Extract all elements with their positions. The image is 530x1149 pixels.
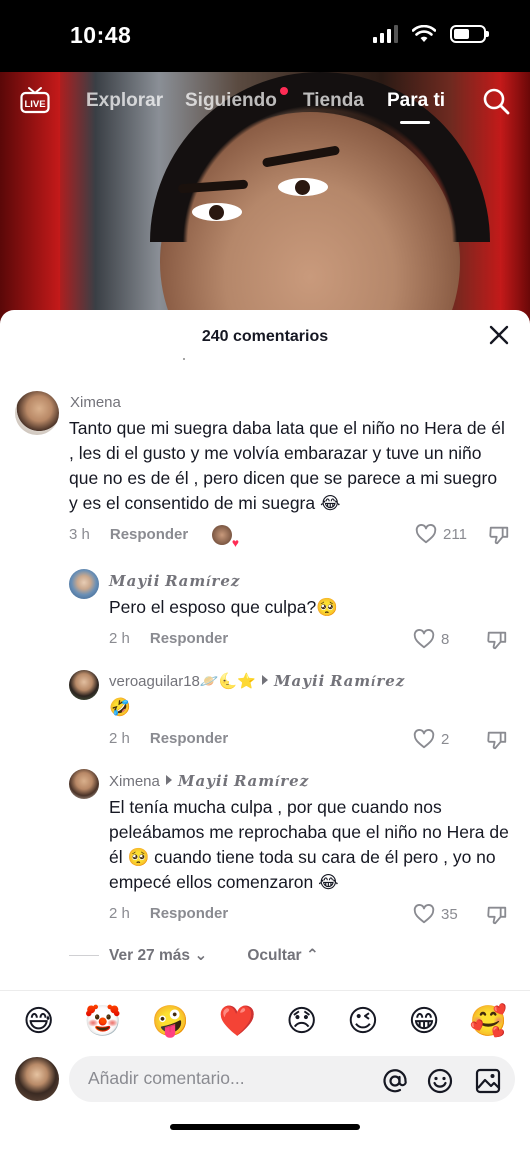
comment-username[interactable]: Ximena xyxy=(70,394,121,411)
tab-tienda[interactable]: Tienda xyxy=(303,90,364,112)
like-count: 8 xyxy=(441,630,450,648)
emoji-button[interactable]: 🤡 xyxy=(84,1006,121,1037)
heart-icon xyxy=(413,904,435,924)
emoji-icon[interactable] xyxy=(427,1068,453,1094)
comment-text: 🤣 xyxy=(109,697,131,717)
reply-button[interactable]: Responder xyxy=(150,905,228,922)
status-time: 10:48 xyxy=(70,22,132,48)
home-indicator[interactable] xyxy=(170,1124,360,1130)
comment-input-placeholder: Añadir comentario... xyxy=(88,1068,245,1088)
battery-icon xyxy=(450,25,489,43)
like-button[interactable]: 35 xyxy=(413,903,458,925)
image-icon[interactable] xyxy=(475,1068,501,1094)
reply-arrow-icon xyxy=(165,775,172,785)
like-button[interactable]: 211 xyxy=(415,523,467,545)
comment-time: 3 h xyxy=(69,526,90,543)
reply-arrow-icon xyxy=(261,675,268,685)
creator-liked-avatar xyxy=(212,525,239,550)
live-icon[interactable]: LIVE xyxy=(20,86,50,114)
like-button[interactable]: 8 xyxy=(413,628,449,650)
replies-controls: Ver 27 más ⌄ Ocultar ⌃ xyxy=(69,946,319,965)
emoji-button[interactable]: 😉 xyxy=(347,1006,378,1037)
reply-button[interactable]: Responder xyxy=(110,526,188,543)
notification-dot xyxy=(280,87,288,95)
dislike-icon[interactable] xyxy=(488,524,510,546)
comment-time: 2 h xyxy=(109,730,130,747)
comments-sheet: 240 comentarios Ximena Tanto que mi sueg… xyxy=(0,310,530,1149)
close-icon[interactable] xyxy=(488,324,510,346)
comment-input[interactable]: Añadir comentario... xyxy=(69,1056,515,1102)
chevron-down-icon: ⌄ xyxy=(194,947,208,964)
emoji-button[interactable]: 🥰 xyxy=(470,1006,507,1037)
search-icon[interactable] xyxy=(482,87,510,115)
reply-button[interactable]: Responder xyxy=(150,730,228,747)
hide-replies-button[interactable]: Ocultar ⌃ xyxy=(247,946,319,965)
comment-meta: 2 h Responder xyxy=(109,630,228,647)
reply-button[interactable]: Responder xyxy=(150,630,228,647)
comment-username[interactable]: Ximena xyxy=(109,773,160,790)
dislike-icon[interactable] xyxy=(486,629,508,651)
tab-siguiendo[interactable]: Siguiendo xyxy=(185,90,277,112)
comment-header: veroaguilar18🪐🌜⭐ 𝑴𝒂𝒚𝒊𝒊 𝑹𝒂𝒎í𝒓𝒆𝒛 xyxy=(109,672,405,691)
like-count: 2 xyxy=(441,730,450,748)
comment-meta: 3 h Responder xyxy=(69,526,188,543)
comment-time: 2 h xyxy=(109,905,130,922)
tab-para-ti[interactable]: Para ti xyxy=(387,90,445,112)
heart-icon xyxy=(413,629,435,649)
mention-icon[interactable] xyxy=(382,1068,408,1094)
emoji-button[interactable]: 😞 xyxy=(286,1006,317,1037)
emoji-button[interactable]: ❤️ xyxy=(219,1006,256,1037)
reply-to-username[interactable]: 𝑴𝒂𝒚𝒊𝒊 𝑹𝒂𝒎í𝒓𝒆𝒛 xyxy=(178,774,309,790)
comment-input-row: Añadir comentario... xyxy=(0,1054,530,1104)
avatar[interactable] xyxy=(69,670,99,700)
status-bar: 10:48 xyxy=(0,0,530,72)
comment-text: Pero el esposo que culpa?🥺 xyxy=(109,597,339,617)
avatar[interactable] xyxy=(69,569,99,599)
comment-meta: 2 h Responder xyxy=(109,905,228,922)
like-button[interactable]: 2 xyxy=(413,728,449,750)
wifi-icon xyxy=(412,25,436,42)
comments-count-title: 240 comentarios xyxy=(201,328,329,345)
comment-text: El tenía mucha culpa , por que cuando no… xyxy=(109,797,509,892)
drag-handle-dot xyxy=(183,358,185,360)
video-eye xyxy=(192,203,242,221)
divider xyxy=(69,955,99,956)
heart-icon xyxy=(415,524,437,544)
emoji-button[interactable]: 😁 xyxy=(408,1006,439,1037)
heart-icon xyxy=(413,729,435,749)
view-more-replies-button[interactable]: Ver 27 más ⌄ xyxy=(109,946,207,965)
comment-meta: 2 h Responder xyxy=(109,730,228,747)
cellular-signal-icon xyxy=(373,25,398,43)
reply-to-username[interactable]: 𝑴𝒂𝒚𝒊𝒊 𝑹𝒂𝒎í𝒓𝒆𝒛 xyxy=(274,674,405,690)
tab-explorar[interactable]: Explorar xyxy=(86,90,163,112)
quick-emoji-bar: 😅 🤡 🤪 ❤️ 😞 😉 😁 🥰 xyxy=(0,990,530,1052)
dislike-icon[interactable] xyxy=(486,729,508,751)
comment-time: 2 h xyxy=(109,630,130,647)
emoji-button[interactable]: 😅 xyxy=(23,1006,54,1037)
chevron-up-icon: ⌃ xyxy=(305,947,319,964)
comment-username[interactable]: 𝑴𝒂𝒚𝒊𝒊 𝑹𝒂𝒎í𝒓𝒆𝒛 xyxy=(109,572,240,591)
like-count: 211 xyxy=(443,525,467,543)
like-count: 35 xyxy=(441,905,458,923)
user-avatar xyxy=(15,1057,59,1101)
video-eye xyxy=(278,178,328,196)
dislike-icon[interactable] xyxy=(486,904,508,926)
comment-username[interactable]: veroaguilar18🪐🌜⭐ xyxy=(109,673,256,690)
avatar[interactable] xyxy=(69,769,99,799)
comment-header: Ximena 𝑴𝒂𝒚𝒊𝒊 𝑹𝒂𝒎í𝒓𝒆𝒛 xyxy=(109,772,309,791)
avatar[interactable] xyxy=(15,391,59,435)
emoji-button[interactable]: 🤪 xyxy=(151,1006,188,1037)
active-tab-indicator xyxy=(400,121,430,124)
status-icons xyxy=(373,25,489,43)
comment-text: Tanto que mi suegra daba lata que el niñ… xyxy=(69,418,505,513)
svg-text:LIVE: LIVE xyxy=(24,99,45,110)
